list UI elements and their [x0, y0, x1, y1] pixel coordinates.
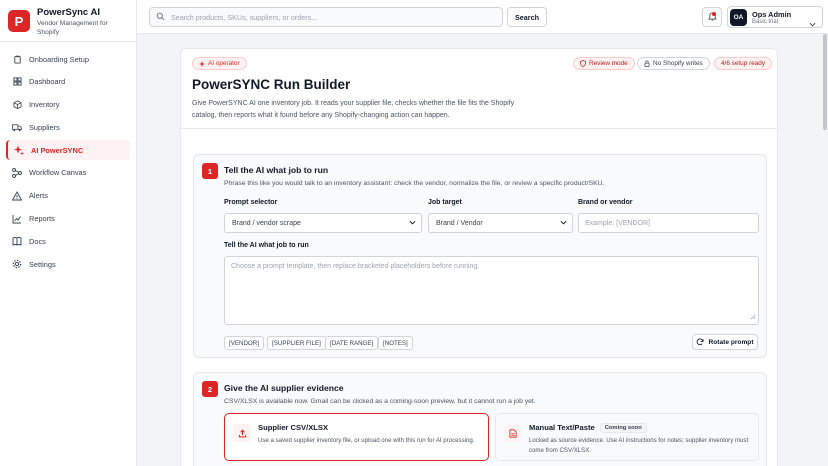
source-option-csv[interactable]: Supplier CSV/XLSX Use a saved supplier i… — [224, 413, 489, 461]
job-prompt-label: Tell the AI what job to run — [224, 242, 309, 249]
gear-icon — [12, 259, 22, 269]
sparkle-icon — [14, 145, 24, 156]
placeholder-chip-vendor[interactable]: [VENDOR] — [224, 336, 264, 350]
sidebar: P PowerSync AI Vendor Management for Sho… — [0, 0, 137, 466]
step-title: Tell the AI what job to run — [224, 165, 329, 175]
topbar: Search OA Ops Admin Basic trial — [137, 0, 828, 34]
ai-operator-badge: AI operator — [192, 57, 247, 70]
prompt-selector[interactable]: Brand / vendor scrape — [224, 213, 422, 233]
sparkle-icon — [199, 60, 205, 67]
sidebar-item-docs[interactable]: Docs — [6, 231, 130, 251]
page-title: PowerSYNC Run Builder — [192, 77, 351, 92]
coming-soon-badge: Coming soon — [599, 423, 647, 433]
document-icon — [504, 424, 522, 442]
step-number: 1 — [202, 163, 218, 179]
sidebar-item-reports[interactable]: Reports — [6, 209, 130, 229]
chevron-down-icon — [809, 14, 816, 32]
no-shopify-writes-badge: No Shopify writes — [637, 57, 710, 70]
clipboard-icon — [12, 54, 22, 64]
search-box[interactable] — [149, 7, 503, 27]
chevron-down-icon — [409, 220, 416, 227]
book-icon — [12, 236, 22, 247]
step-evidence-section: 2 Give the AI supplier evidence CSV/XLSX… — [193, 372, 767, 466]
resize-handle-icon[interactable] — [750, 314, 756, 322]
sidebar-item-label: Alerts — [29, 191, 48, 201]
sidebar-item-settings[interactable]: Settings — [6, 254, 130, 274]
sidebar-item-ai-powersync[interactable]: AI PowerSYNC — [6, 140, 130, 161]
step-title: Give the AI supplier evidence — [224, 383, 344, 393]
refresh-icon — [696, 338, 704, 346]
sidebar-item-label: Suppliers — [29, 122, 60, 132]
grid-icon — [12, 77, 22, 87]
brand-vendor-input[interactable]: Example: [VENDOR] — [578, 213, 759, 233]
job-prompt-textarea[interactable]: Choose a prompt template, then replace b… — [224, 256, 759, 325]
upload-icon — [233, 424, 251, 442]
placeholder-chip-supplier-file[interactable]: [SUPPLIER FILE] — [267, 336, 326, 350]
app-logo: P — [8, 10, 30, 32]
user-name: Ops Admin — [752, 9, 792, 19]
chevron-down-icon — [560, 220, 567, 227]
brand-header: P PowerSync AI Vendor Management for Sho… — [0, 0, 136, 42]
sidebar-item-label: Workflow Canvas — [29, 168, 87, 178]
sidebar-item-label: AI PowerSYNC — [31, 145, 84, 155]
brand-vendor-label: Brand or vendor — [578, 199, 633, 206]
sidebar-item-suppliers[interactable]: Suppliers — [6, 117, 130, 137]
notification-dot — [712, 12, 716, 16]
bell-icon — [707, 8, 717, 26]
sidebar-item-onboarding-setup[interactable]: Onboarding Setup — [6, 49, 130, 69]
placeholder-chip-date-range[interactable]: [DATE RANGE] — [325, 336, 379, 350]
user-plan: Basic trial — [752, 18, 779, 25]
sidebar-item-label: Settings — [29, 259, 56, 269]
avatar: OA — [730, 8, 747, 26]
placeholder-chip-notes[interactable]: [NOTES] — [378, 336, 413, 350]
sidebar-item-label: Docs — [29, 236, 46, 246]
shield-icon — [580, 60, 586, 67]
search-button[interactable]: Search — [507, 7, 547, 27]
divider — [181, 128, 777, 129]
box-icon — [12, 100, 22, 110]
prompt-selector-label: Prompt selector — [224, 199, 278, 206]
notifications-button[interactable] — [702, 7, 722, 27]
sidebar-item-label: Reports — [29, 214, 55, 224]
source-description: Locked as source evidence. Use AI instru… — [529, 437, 749, 454]
review-mode-badge: Review mode — [573, 57, 635, 70]
sidebar-item-dashboard[interactable]: Dashboard — [6, 72, 130, 92]
source-title: Supplier CSV/XLSX — [258, 423, 329, 432]
sidebar-item-label: Inventory — [29, 100, 60, 110]
run-builder-card: AI operator Review mode No Shopify write… — [180, 48, 778, 466]
app-name: PowerSync AI — [37, 7, 101, 18]
chart-icon — [12, 214, 22, 224]
alert-icon — [12, 190, 22, 201]
search-icon — [156, 8, 165, 26]
page-description: Give PowerSYNC AI one inventory job. It … — [192, 100, 515, 119]
rotate-prompt-button[interactable]: Rotate prompt — [692, 334, 758, 350]
app-subtitle: Vendor Management for Shopify — [37, 20, 108, 36]
step-description: Phrase this like you would talk to an in… — [224, 180, 605, 187]
step-job-section: 1 Tell the AI what job to run Phrase thi… — [193, 154, 767, 358]
sidebar-item-label: Onboarding Setup — [29, 54, 89, 64]
job-target-select[interactable]: Brand / Vendor — [428, 213, 573, 233]
lock-icon — [644, 60, 650, 67]
step-description: CSV/XLSX is available now. Gmail can be … — [224, 398, 536, 405]
job-target-label: Job target — [428, 199, 462, 206]
sidebar-item-inventory[interactable]: Inventory — [6, 95, 130, 115]
source-option-manual[interactable]: Manual Text/Paste Coming soon Locked as s… — [495, 413, 759, 461]
source-description: Use a saved supplier inventory file, or … — [258, 437, 475, 444]
truck-icon — [12, 122, 22, 132]
source-title: Manual Text/Paste Coming soon — [529, 423, 647, 433]
step-number: 2 — [202, 381, 218, 397]
user-menu[interactable]: OA Ops Admin Basic trial — [727, 6, 823, 28]
sidebar-item-label: Dashboard — [29, 77, 66, 87]
scrollbar-thumb[interactable] — [823, 34, 827, 130]
setup-status-badge: 4/6 setup ready — [714, 57, 773, 70]
sidebar-nav: Onboarding Setup Dashboard Inventory Sup… — [0, 42, 136, 274]
search-input[interactable] — [171, 12, 471, 22]
sidebar-item-alerts[interactable]: Alerts — [6, 186, 130, 206]
workflow-icon — [12, 168, 22, 178]
sidebar-item-workflow-canvas[interactable]: Workflow Canvas — [6, 163, 130, 183]
